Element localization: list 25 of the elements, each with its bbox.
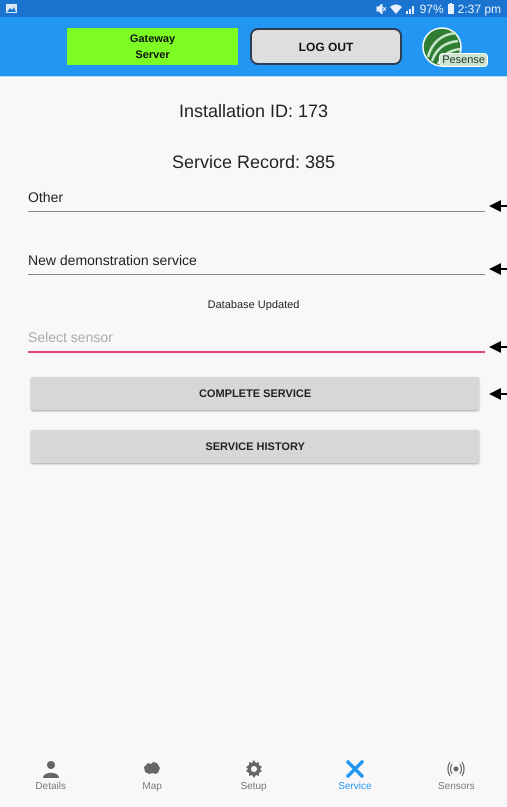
logout-button[interactable]: LOG OUT [250,28,402,65]
nav-tab[interactable]: Map [101,759,203,803]
gateway-server-button[interactable]: Gateway Server [67,28,238,65]
mute-icon [376,4,386,14]
battery-percent: 97% [420,2,444,16]
installation-id: Installation ID: 173 [178,101,330,122]
signal-icon [406,4,416,14]
gear-icon [244,759,264,779]
nav-tab[interactable]: Details [0,759,102,803]
wifi-icon [390,4,402,14]
tools-icon [344,759,365,779]
image-icon [6,4,17,13]
status-message: Database Updated [206,299,300,311]
nav-tab[interactable]: Setup [202,759,304,803]
nav-tab[interactable]: Sensors [406,759,507,803]
sensor-icon [446,759,466,779]
clock-time: 2:37 pm [458,2,501,16]
action-button[interactable]: COMPLETE SERVICE [31,377,480,410]
battery-icon [448,3,454,14]
text-field[interactable]: New demonstration service [28,252,485,275]
text-field[interactable]: Other [28,189,485,212]
action-button[interactable]: SERVICE HISTORY [31,430,480,463]
person-icon [40,759,61,779]
service-record: Service Record: 385 [170,152,336,173]
logo-text: Pesense [439,52,488,66]
